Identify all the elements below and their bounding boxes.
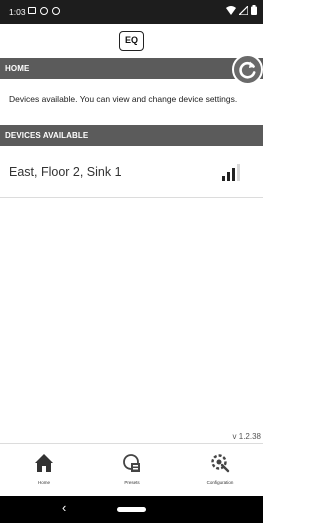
home-icon	[35, 454, 53, 472]
nav-presets[interactable]: Presets	[88, 444, 176, 496]
version-label: v 1.2.38	[232, 432, 261, 441]
nav-configuration-label: Configuration	[206, 480, 234, 485]
nav-configuration[interactable]: Configuration	[176, 444, 264, 496]
home-section-header: HOME	[0, 58, 263, 79]
nav-home[interactable]: Home	[0, 444, 88, 496]
device-list-item[interactable]: East, Floor 2, Sink 1	[0, 146, 263, 198]
battery-icon	[251, 5, 257, 15]
home-pill-button[interactable]	[117, 507, 146, 512]
nav-presets-label: Presets	[124, 480, 140, 485]
system-icons	[226, 5, 257, 15]
presets-icon	[123, 454, 140, 472]
instagram-icon	[40, 7, 48, 15]
bottom-nav: Home Presets Configuration	[0, 443, 263, 496]
nav-home-label: Home	[37, 480, 50, 485]
status-time: 1:03	[9, 7, 26, 17]
system-nav-bar: ‹	[0, 496, 263, 523]
back-chevron-icon[interactable]: ‹	[62, 501, 66, 515]
status-bar: 1:03	[0, 0, 263, 24]
configuration-icon	[211, 454, 230, 473]
eq-logo: EQ	[119, 31, 144, 51]
refresh-button[interactable]	[232, 54, 263, 85]
wifi-icon	[226, 5, 236, 15]
device-name: East, Floor 2, Sink 1	[9, 165, 122, 179]
home-description: Devices available. You can view and chan…	[9, 94, 238, 104]
instagram-icon	[52, 7, 60, 15]
notification-icons	[28, 5, 60, 15]
refresh-icon	[239, 61, 256, 79]
message-icon	[28, 7, 36, 14]
signal-icon	[239, 5, 248, 15]
app-header: EQ	[0, 24, 263, 58]
devices-section-header: DEVICES AVAILABLE	[0, 125, 263, 146]
signal-strength-icon	[222, 161, 244, 181]
